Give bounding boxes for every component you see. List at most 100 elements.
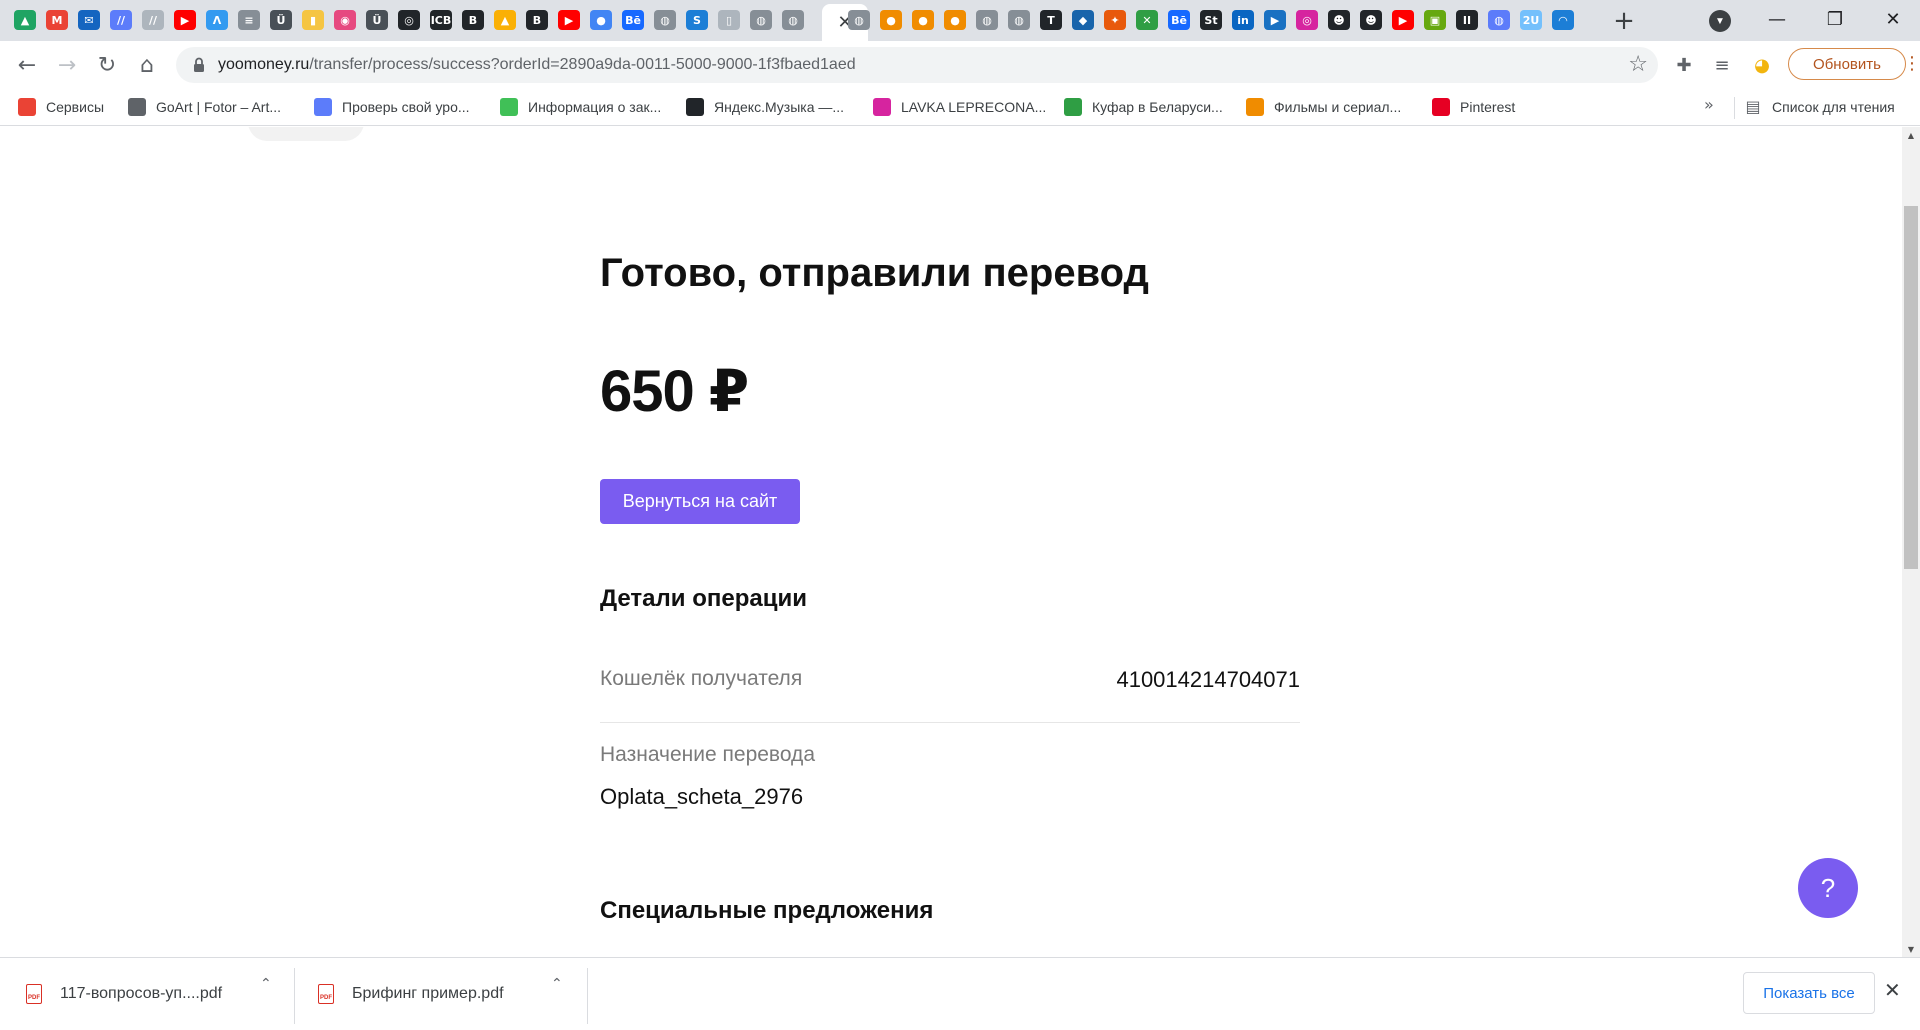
leaf-icon: [500, 98, 518, 116]
target-tab-icon[interactable]: ◎: [398, 10, 420, 30]
menu-dots-icon[interactable]: ⋮: [1903, 53, 1920, 74]
reading-list-button[interactable]: ▤ Список для чтения: [1744, 97, 1895, 117]
script-tab-icon-2[interactable]: //: [142, 10, 164, 30]
bookmark-star-icon[interactable]: ☆: [1628, 52, 1648, 77]
face-tab-icon-2[interactable]: ☻: [1360, 10, 1382, 30]
bookmark-item[interactable]: Проверь свой уро...: [314, 97, 470, 117]
wave-tab-icon[interactable]: ◠: [1552, 10, 1574, 30]
help-chat-button[interactable]: ?: [1798, 858, 1858, 918]
back-icon[interactable]: ←: [11, 49, 43, 81]
recipient-wallet-number: 410014214704071: [1116, 667, 1300, 692]
face-tab-icon[interactable]: ☻: [1328, 10, 1350, 30]
url-text[interactable]: yoomoney.ru/transfer/process/success?ord…: [218, 56, 856, 74]
youtube-tab-icon-2[interactable]: ▶: [558, 10, 580, 30]
page-scrollbar[interactable]: ▲ ▼: [1902, 127, 1920, 957]
globe-tab-icon-5[interactable]: ◍: [976, 10, 998, 30]
file-tab-icon[interactable]: ▯: [718, 10, 740, 30]
download-options-chevron-icon[interactable]: ⌃: [551, 976, 563, 992]
show-all-downloads-button[interactable]: Показать все: [1743, 972, 1875, 1014]
orange-tab-icon[interactable]: ●: [880, 10, 902, 30]
google-drive-tab-icon[interactable]: ▲: [14, 10, 36, 30]
outlook-tab-icon[interactable]: ✉: [78, 10, 100, 30]
bookmark-item[interactable]: Информация о зак...: [500, 97, 661, 117]
owl-tab-icon-2[interactable]: Ü: [366, 10, 388, 30]
address-bar[interactable]: yoomoney.ru/transfer/process/success?ord…: [176, 47, 1658, 83]
chrome-tab-icon[interactable]: ●: [590, 10, 612, 30]
extensions-puzzle-icon[interactable]: ✚: [1672, 53, 1696, 77]
bookmark-item[interactable]: Сервисы: [18, 97, 104, 117]
owl-tab-icon[interactable]: Ü: [270, 10, 292, 30]
youtube-tab-icon-3[interactable]: ▶: [1392, 10, 1414, 30]
st-tab-icon[interactable]: St: [1200, 10, 1222, 30]
scroll-down-arrow-icon[interactable]: ▼: [1902, 941, 1920, 957]
new-tab-button[interactable]: +: [1610, 6, 1638, 36]
orange-tab-icon-2[interactable]: ●: [912, 10, 934, 30]
pause-tab-icon[interactable]: II: [1456, 10, 1478, 30]
forward-icon[interactable]: →: [51, 49, 83, 81]
orange-tab-icon-3[interactable]: ●: [944, 10, 966, 30]
bookmark-item[interactable]: LAVKA LEPRECONA...: [873, 97, 1046, 117]
bookmarks-divider: [1734, 97, 1735, 119]
profile-avatar-icon[interactable]: ◕: [1750, 53, 1774, 77]
download-filename: Брифинг пример.pdf: [352, 985, 504, 1002]
app-tab-icon[interactable]: Λ: [206, 10, 228, 30]
gmail-tab-icon[interactable]: M: [46, 10, 68, 30]
download-item[interactable]: PDF 117-вопросов-уп....pdf: [26, 968, 222, 1020]
bookmark-item[interactable]: Яндекс.Музыка —...: [686, 97, 844, 117]
yellow-doc-tab-icon[interactable]: ▮: [302, 10, 324, 30]
script-tab-icon[interactable]: //: [110, 10, 132, 30]
domino-tab-icon[interactable]: ◆: [1072, 10, 1094, 30]
home-icon[interactable]: ⌂: [131, 49, 163, 81]
transfer-amount: 650 ₽: [600, 359, 749, 424]
bookmark-item[interactable]: GoArt | Fotor – Art...: [128, 97, 281, 117]
restore-icon[interactable]: ❐: [1806, 0, 1864, 38]
globe-tab-icon-3[interactable]: ◍: [782, 10, 804, 30]
s-tab-icon[interactable]: S: [686, 10, 708, 30]
t-tab-icon[interactable]: T: [1040, 10, 1062, 30]
youtube-tab-icon[interactable]: ▶: [174, 10, 196, 30]
behance-tab-icon[interactable]: Bē: [622, 10, 644, 30]
scrollbar-thumb[interactable]: [1904, 206, 1918, 569]
globe-tab-icon-7[interactable]: ◍: [1488, 10, 1510, 30]
behance-tab-icon-2[interactable]: Bē: [1168, 10, 1190, 30]
help-question-icon: ?: [1820, 872, 1836, 903]
linkedin-tab-icon[interactable]: in: [1232, 10, 1254, 30]
tab-search-icon[interactable]: ▼: [1709, 10, 1731, 32]
doc-tab-icon[interactable]: ≡: [238, 10, 260, 30]
window-close-icon[interactable]: ✕: [1864, 0, 1920, 38]
url-host: yoomoney.ru: [218, 56, 310, 73]
media-control-icon[interactable]: ≡: [1710, 53, 1734, 77]
reload-icon[interactable]: ↻: [91, 49, 123, 81]
b-tab-icon[interactable]: B: [462, 10, 484, 30]
2u-tab-icon[interactable]: 2U: [1520, 10, 1542, 30]
bookmark-item[interactable]: Куфар в Беларуси...: [1064, 97, 1223, 117]
kufar-tab-icon[interactable]: ✕: [1136, 10, 1158, 30]
drive-tab-icon-2[interactable]: ▲: [494, 10, 516, 30]
color-wheel-tab-icon[interactable]: ◉: [334, 10, 356, 30]
bookmark-item[interactable]: Фильмы и сериал...: [1246, 97, 1401, 117]
download-options-chevron-icon[interactable]: ⌃: [260, 976, 272, 992]
green-doc-tab-icon[interactable]: ▣: [1424, 10, 1446, 30]
scroll-up-arrow-icon[interactable]: ▲: [1902, 127, 1920, 143]
close-download-shelf-icon[interactable]: ✕: [1884, 978, 1901, 1002]
download-item[interactable]: PDF Брифинг пример.pdf: [318, 968, 504, 1020]
emblem-icon: [314, 98, 332, 116]
globe-tab-icon-2[interactable]: ◍: [750, 10, 772, 30]
lock-icon[interactable]: [190, 56, 208, 74]
b-tab-icon-2[interactable]: B: [526, 10, 548, 30]
globe-tab-icon-6[interactable]: ◍: [1008, 10, 1030, 30]
video-tab-icon[interactable]: ▶: [1264, 10, 1286, 30]
bookmarks-overflow-icon[interactable]: »: [1704, 95, 1714, 114]
fox-tab-icon[interactable]: ✦: [1104, 10, 1126, 30]
globe-tab-icon-4[interactable]: ◍: [848, 10, 870, 30]
instagram-tab-icon[interactable]: ◎: [1296, 10, 1318, 30]
update-button[interactable]: Обновить ⋮: [1788, 48, 1920, 80]
globe-tab-icon[interactable]: ◍: [654, 10, 676, 30]
bookmark-item[interactable]: Pinterest: [1432, 97, 1515, 117]
reading-list-label: Список для чтения: [1772, 99, 1895, 115]
url-path: /transfer/process/success?orderId=2890a9…: [309, 56, 856, 73]
return-to-site-button[interactable]: Вернуться на сайт: [600, 479, 800, 524]
icb-tab-icon[interactable]: ICB: [430, 10, 452, 30]
purpose-label: Назначение перевода: [600, 743, 815, 766]
minimize-icon[interactable]: —: [1748, 0, 1806, 38]
